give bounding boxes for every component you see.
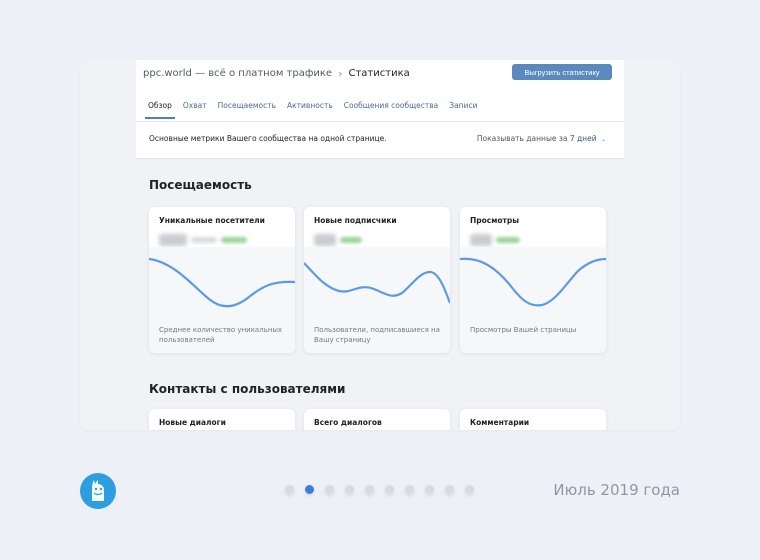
breadcrumb: ppc.world — всё о платном трафике › Стат…	[143, 65, 410, 81]
section-title-attendance: Посещаемость	[149, 178, 252, 192]
tab-reach[interactable]: Охват	[183, 100, 207, 120]
pagination-dot[interactable]	[425, 485, 434, 494]
screenshot-frame: ppc.world — всё о платном трафике › Стат…	[80, 60, 680, 430]
pagination-dot[interactable]	[285, 485, 294, 494]
period-selector[interactable]: Показывать данные за 7 дней ⌄	[477, 134, 606, 143]
stat-card-unique-visitors[interactable]: Уникальные посетители Среднее количество…	[149, 207, 295, 353]
pagination-dot[interactable]	[305, 485, 314, 494]
pagination-dot[interactable]	[325, 485, 334, 494]
stat-card-views[interactable]: Просмотры Просмотры Вашей страницы	[460, 207, 606, 353]
stat-card-title: Новые подписчики	[314, 216, 397, 225]
contact-card-title: Комментарии	[470, 418, 530, 427]
trend-line-chart	[149, 257, 295, 308]
contact-card-new-dialogs[interactable]: Новые диалоги	[149, 409, 295, 430]
pagination-dot[interactable]	[405, 485, 414, 494]
breadcrumb-current: Статистика	[348, 67, 410, 79]
trend-line	[304, 262, 450, 304]
tabs-divider	[136, 121, 624, 122]
stat-card-title: Уникальные посетители	[159, 216, 265, 225]
stat-card-description: Просмотры Вашей страницы	[470, 326, 577, 334]
trend-line	[460, 257, 606, 307]
blurred-value	[159, 234, 247, 246]
breadcrumb-community[interactable]: ppc.world — всё о платном трафике	[143, 68, 332, 79]
tab-attendance[interactable]: Посещаемость	[218, 100, 276, 120]
period-label: Показывать данные за	[476, 134, 568, 143]
contact-card-title: Всего диалогов	[314, 418, 382, 427]
tab-posts[interactable]: Записи	[449, 100, 477, 120]
contact-card-total-dialogs[interactable]: Всего диалогов	[304, 409, 450, 430]
trend-line-chart	[304, 262, 450, 304]
tab-messages[interactable]: Сообщения сообщества	[344, 100, 439, 120]
stat-card-title: Просмотры	[470, 216, 520, 225]
chevron-right-icon: ›	[338, 66, 343, 80]
stats-tabs: Обзор Охват Посещаемость Активность Сооб…	[145, 100, 488, 120]
pagination-dot[interactable]	[465, 485, 474, 494]
trend-line	[149, 257, 295, 308]
tab-activity[interactable]: Активность	[287, 100, 333, 120]
pagination-dots	[285, 485, 485, 494]
contact-card-title: Новые диалоги	[159, 418, 226, 427]
stat-card-description: Пользователи, подписавшиеся на Вашу стра…	[314, 326, 440, 344]
trend-line-chart	[460, 257, 606, 307]
blurred-value	[314, 234, 362, 246]
blurred-value	[470, 234, 520, 246]
pagination-dot[interactable]	[445, 485, 454, 494]
export-stats-button[interactable]: Выгрузить статистику	[512, 64, 612, 80]
contact-card-comments[interactable]: Комментарии	[460, 409, 606, 430]
pagination-dot[interactable]	[385, 485, 394, 494]
footer-date: Июль 2019 года	[553, 481, 680, 499]
llama-logo-icon	[80, 473, 116, 509]
section-title-contacts: Контакты с пользователями	[149, 382, 346, 396]
stat-card-description: Среднее количество уникальных пользовате…	[159, 326, 283, 344]
stats-header: ppc.world — всё о платном трафике › Стат…	[136, 60, 624, 159]
pagination-dot[interactable]	[365, 485, 374, 494]
period-value[interactable]: 7 дней	[570, 134, 597, 143]
stat-card-new-subscribers[interactable]: Новые подписчики Пользователи, подписавш…	[304, 207, 450, 353]
pagination-dot[interactable]	[345, 485, 354, 494]
overview-description: Основные метрики Вашего сообщества на од…	[149, 134, 387, 143]
chevron-down-icon: ⌄	[600, 136, 606, 143]
tab-overview[interactable]: Обзор	[145, 100, 175, 120]
